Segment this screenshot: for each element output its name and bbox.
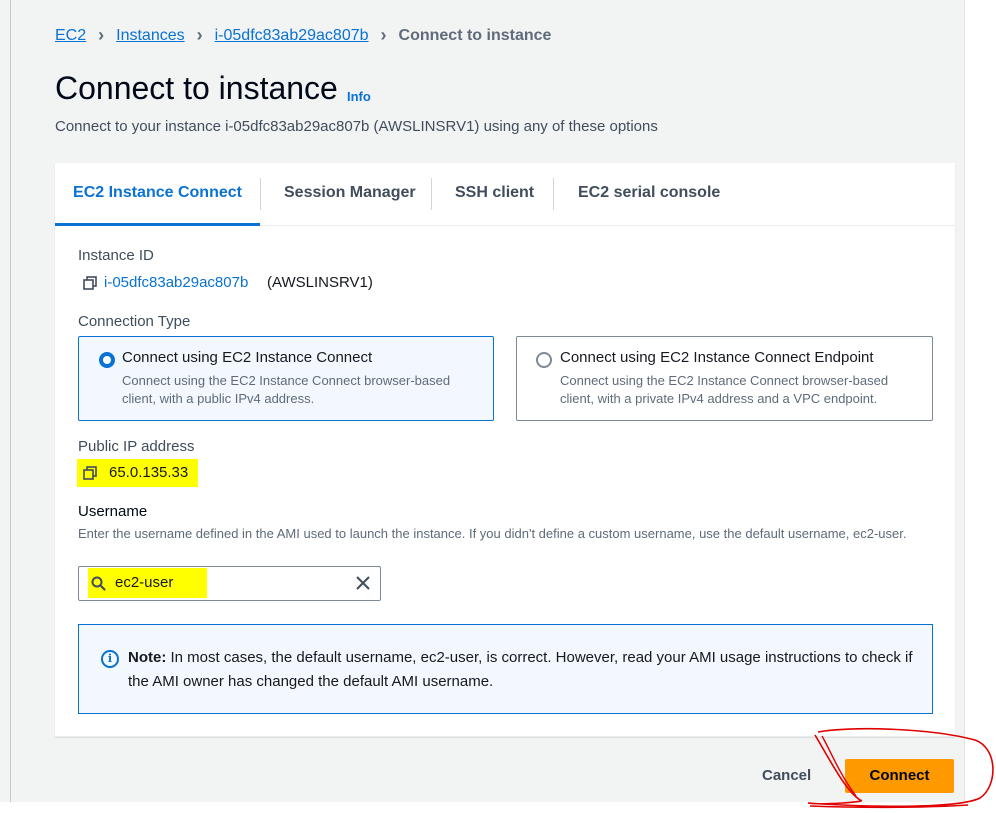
tab-ec2-serial-console[interactable]: EC2 serial console xyxy=(578,163,720,223)
alert-bold: Note: xyxy=(128,649,167,666)
copy-icon[interactable] xyxy=(83,276,97,290)
username-description: Enter the username defined in the AMI us… xyxy=(78,526,907,541)
tab-divider xyxy=(431,178,432,210)
instance-id-label: Instance ID xyxy=(78,247,154,264)
chevron-right-icon: › xyxy=(98,25,105,45)
radio-option-description: Connect using the EC2 Instance Connect b… xyxy=(560,373,889,406)
search-icon xyxy=(91,576,106,591)
radio-option-title: Connect using EC2 Instance Connect xyxy=(122,349,373,366)
username-label: Username xyxy=(78,503,148,520)
radio-option-description: Connect using the EC2 Instance Connect b… xyxy=(122,373,451,406)
tab-ssh-client[interactable]: SSH client xyxy=(455,163,534,223)
tab-session-manager[interactable]: Session Manager xyxy=(284,163,416,223)
info-link[interactable]: Info xyxy=(347,89,371,104)
breadcrumb-instance-id[interactable]: i-05dfc83ab29ac807b xyxy=(215,27,369,45)
tab-bar: EC2 Instance Connect Session Manager SSH… xyxy=(55,163,955,226)
breadcrumb-ec2[interactable]: EC2 xyxy=(55,27,86,45)
clear-icon[interactable] xyxy=(356,576,370,590)
radio-button[interactable] xyxy=(536,352,552,368)
right-margin xyxy=(965,0,996,813)
radio-button-selected[interactable] xyxy=(99,352,115,368)
username-input[interactable]: ec2-user xyxy=(78,566,381,601)
radio-option-title: Connect using EC2 Instance Connect Endpo… xyxy=(560,349,874,366)
tab-divider xyxy=(553,178,554,210)
radio-option-endpoint[interactable]: Connect using EC2 Instance Connect Endpo… xyxy=(516,336,933,421)
info-icon: i xyxy=(101,650,119,668)
left-divider xyxy=(10,0,11,802)
alert-text: Note: In most cases, the default usernam… xyxy=(128,646,918,694)
connection-type-label: Connection Type xyxy=(78,313,191,330)
radio-option-public[interactable]: Connect using EC2 Instance Connect Conne… xyxy=(78,336,494,421)
cancel-button[interactable]: Cancel xyxy=(762,767,811,784)
breadcrumb-instances[interactable]: Instances xyxy=(116,27,184,45)
public-ip-value: 65.0.135.33 xyxy=(109,464,189,481)
page-title: Connect to instance xyxy=(55,70,338,106)
tab-divider xyxy=(260,178,261,210)
copy-icon[interactable] xyxy=(83,466,97,480)
instance-name: (AWSLINSRV1) xyxy=(267,274,373,291)
breadcrumb-current: Connect to instance xyxy=(398,26,552,44)
chevron-right-icon: › xyxy=(196,25,203,45)
username-value[interactable]: ec2-user xyxy=(115,574,173,591)
page-subtitle: Connect to your instance i-05dfc83ab29ac… xyxy=(55,118,658,135)
public-ip-label: Public IP address xyxy=(78,438,195,455)
connect-button[interactable]: Connect xyxy=(845,759,954,793)
chevron-right-icon: › xyxy=(380,25,387,45)
alert-body: In most cases, the default username, ec2… xyxy=(128,649,913,690)
breadcrumb: EC2 › Instances › i-05dfc83ab29ac807b › … xyxy=(55,25,551,46)
instance-id-link[interactable]: i-05dfc83ab29ac807b xyxy=(104,274,248,291)
connect-panel: EC2 Instance Connect Session Manager SSH… xyxy=(55,163,955,737)
info-alert: i Note: In most cases, the default usern… xyxy=(78,624,933,714)
bottom-margin xyxy=(0,802,996,813)
tab-ec2-instance-connect[interactable]: EC2 Instance Connect xyxy=(55,163,260,226)
